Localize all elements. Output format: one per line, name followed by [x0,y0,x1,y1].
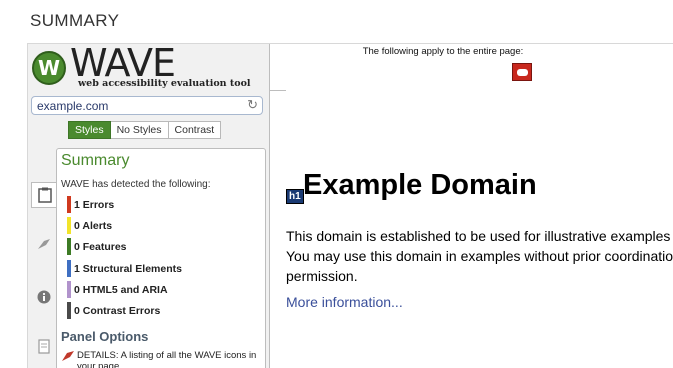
summary-item-label: 1 Structural Elements [74,262,182,275]
more-information-link[interactable]: More information... [286,294,403,310]
structural-bar [67,259,71,277]
html5-aria-bar [67,280,71,298]
page-heading: Example Domain [303,169,537,201]
page-paragraph: This domain is established to be used fo… [286,228,673,284]
features-bar [67,238,71,256]
summary-item-label: 0 Features [74,241,127,254]
style-toggle-group: Styles No Styles Contrast [68,121,222,139]
url-input[interactable]: example.com ↻ [31,96,263,115]
alerts-bar [67,217,71,235]
refresh-icon[interactable]: ↻ [247,97,258,113]
details-text: DETAILS: A listing of all the WAVE icons… [77,350,257,368]
url-text: example.com [37,99,109,113]
summary-item-label: 1 Errors [74,199,115,211]
h1-tag-icon[interactable]: h1 [286,189,304,204]
flag-icon [61,350,75,365]
summary-intro: WAVE has detected the following: [61,179,211,190]
panel-options-title: Panel Options [61,329,149,344]
contrast-tab[interactable]: Contrast [168,121,222,139]
summary-title: Summary [61,152,130,169]
contrast-bar [67,301,71,319]
wave-window: W WAVE web accessibility evaluation tool… [27,43,673,368]
page-level-bar: The following apply to the entire page: [270,44,673,91]
clipboard-icon[interactable] [31,182,58,208]
styles-tab[interactable]: Styles [68,121,111,139]
speech-bubble-icon[interactable] [512,63,532,81]
page-level-text: The following apply to the entire page: [362,46,524,57]
wave-logo: W WAVE web accessibility evaluation tool [32,44,268,91]
errors-bar [67,196,71,213]
flag-icon[interactable] [32,232,56,256]
summary-panel: Summary WAVE has detected the following:… [56,148,266,368]
page-content: h1 Example Domain This domain is establi… [286,90,673,368]
info-icon[interactable] [32,285,56,309]
no-styles-tab[interactable]: No Styles [110,121,169,139]
document-icon[interactable] [32,334,56,358]
summary-item-label: 0 HTML5 and ARIA [74,283,168,296]
summary-item-label: 0 Alerts [74,220,113,233]
summary-item-label: 0 Contrast Errors [74,304,161,317]
wave-logo-subtitle: web accessibility evaluation tool [78,78,251,89]
section-title: SUMMARY [30,11,120,30]
wave-sidebar: W WAVE web accessibility evaluation tool… [28,44,270,368]
wave-logo-mark: W [32,51,66,85]
